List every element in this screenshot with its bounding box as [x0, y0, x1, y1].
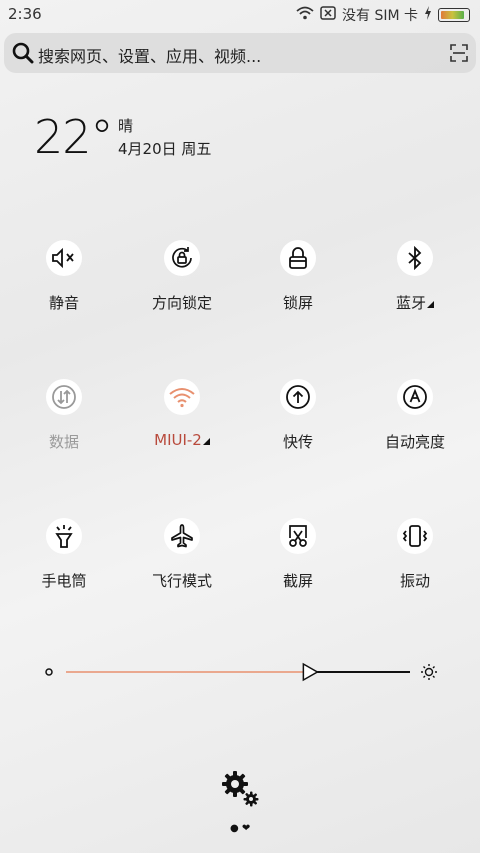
toggle-label: 飞行模式 — [151, 572, 212, 590]
brightness-low-icon — [45, 668, 53, 676]
quick-transfer-icon — [280, 379, 316, 415]
toggle-label: MIUI-2 — [122, 431, 242, 449]
temperature: 22° — [34, 110, 114, 164]
toggle-bluetooth[interactable]: 蓝牙 — [355, 240, 475, 330]
vibrate-icon — [397, 518, 433, 554]
mute-icon — [46, 240, 82, 276]
toggle-label: 手电筒 — [41, 572, 87, 590]
toggle-wifi[interactable]: MIUI-2 — [122, 379, 242, 469]
search-placeholder[interactable]: 搜索网页、设置、应用、视频... — [38, 43, 261, 67]
screenshot-icon — [280, 518, 316, 554]
scan-icon[interactable] — [450, 44, 468, 66]
toggle-label: 振动 — [399, 572, 430, 590]
toggle-label-text: MIUI-2 — [154, 431, 202, 449]
mobile-data-icon — [46, 379, 82, 415]
weather-condition: 晴 — [118, 117, 134, 135]
toggle-vibrate[interactable]: 振动 — [355, 518, 475, 608]
status-right-group: 没有 SIM 卡 — [296, 5, 470, 25]
no-sim-icon — [320, 6, 336, 24]
search-icon — [12, 42, 34, 68]
toggle-label-text: 蓝牙 — [395, 294, 426, 312]
toggle-label: 蓝牙 — [355, 292, 475, 313]
wifi-icon — [164, 379, 200, 415]
search-bar[interactable]: 搜索网页、设置、应用、视频... — [4, 33, 476, 73]
charging-bolt-icon — [424, 6, 432, 24]
brightness-slider[interactable] — [44, 660, 444, 684]
toggle-mute[interactable]: 静音 — [4, 240, 124, 330]
expand-triangle-icon — [202, 438, 210, 445]
toggle-label: 自动亮度 — [384, 433, 445, 451]
expand-triangle-icon — [427, 301, 434, 308]
flashlight-icon — [46, 518, 82, 554]
toggle-label: 截屏 — [282, 572, 313, 590]
page-heart-icon: ❤ — [241, 823, 251, 834]
rotation-lock-icon — [164, 240, 200, 276]
toggle-rotation-lock[interactable]: 方向锁定 — [122, 240, 242, 330]
page-indicator: ● ❤ — [230, 823, 250, 834]
airplane-icon — [164, 518, 200, 554]
brightness-thumb[interactable] — [302, 662, 319, 682]
toggle-airplane-mode[interactable]: 飞行模式 — [122, 518, 242, 608]
battery-icon — [438, 8, 470, 22]
lock-icon — [280, 240, 316, 276]
toggle-lock-screen[interactable]: 锁屏 — [238, 240, 358, 330]
status-time: 2:36 — [8, 5, 42, 23]
toggle-auto-brightness[interactable]: 自动亮度 — [355, 379, 475, 469]
settings-gear-icon[interactable] — [220, 768, 262, 814]
toggle-screenshot[interactable]: 截屏 — [238, 518, 358, 608]
toggle-label: 静音 — [48, 294, 79, 312]
wifi-icon — [296, 6, 314, 24]
toggle-label: 数据 — [48, 433, 79, 451]
toggle-mobile-data[interactable]: 数据 — [4, 379, 124, 469]
toggle-label: 锁屏 — [282, 294, 313, 312]
toggle-flashlight[interactable]: 手电筒 — [4, 518, 124, 608]
bluetooth-icon — [397, 240, 433, 276]
toggle-label: 方向锁定 — [151, 294, 212, 312]
carrier-text: 没有 SIM 卡 — [342, 8, 418, 24]
date-label: 4月20日 周五 — [118, 140, 212, 158]
brightness-high-icon — [421, 664, 437, 680]
toggle-quick-transfer[interactable]: 快传 — [238, 379, 358, 469]
auto-brightness-icon — [397, 379, 433, 415]
status-bar: 2:36 没有 SIM 卡 — [0, 0, 480, 28]
toggle-label: 快传 — [282, 433, 313, 451]
page-dot-icon: ● — [230, 823, 239, 834]
